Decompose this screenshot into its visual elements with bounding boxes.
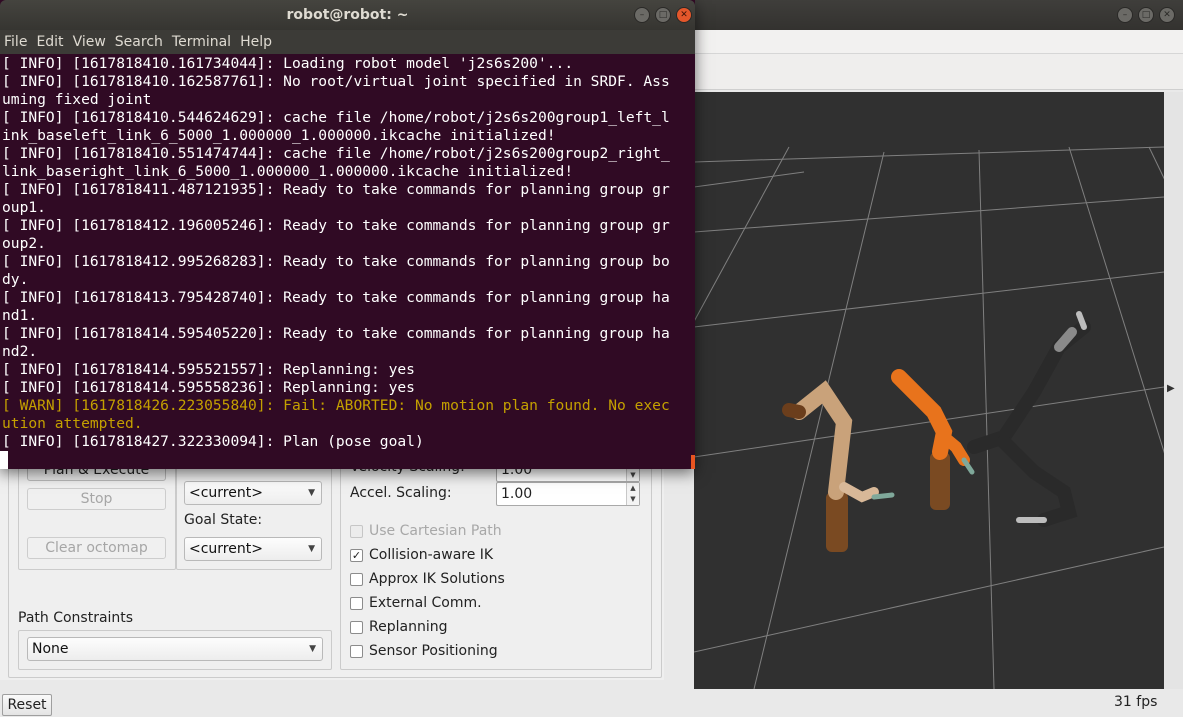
terminal-title: robot@robot: ~ <box>286 7 409 23</box>
terminal-line: [ INFO] [1617818414.595521557]: Replanni… <box>2 361 415 378</box>
menu-terminal[interactable]: Terminal <box>168 34 236 50</box>
menu-help[interactable]: Help <box>236 34 277 50</box>
maximize-icon[interactable]: □ <box>655 7 671 23</box>
terminal-menubar: File Edit View Search Terminal Help <box>0 30 695 54</box>
terminal-line: nd1. <box>2 307 38 324</box>
terminal-line: [ INFO] [1617818410.551474744]: cache fi… <box>2 145 670 162</box>
terminal-line: [ INFO] [1617818410.162587761]: No root/… <box>2 73 670 90</box>
maximize-icon[interactable]: □ <box>1138 7 1154 23</box>
planning-tab-frame <box>8 440 662 678</box>
terminal-line: nd2. <box>2 343 38 360</box>
terminal-line: uming fixed joint <box>2 91 152 108</box>
terminal-line: ink_baseleft_link_6_5000_1.000000_1.0000… <box>2 127 556 144</box>
fps-counter: 31 fps <box>1114 694 1158 710</box>
terminal-warn-line: [ WARN] [1617818426.223055840]: Fail: AB… <box>2 397 670 414</box>
3d-viewport[interactable] <box>694 92 1164 689</box>
menu-search[interactable]: Search <box>111 34 168 50</box>
terminal-scroll-indicator[interactable] <box>691 455 695 469</box>
rviz-window-controls: – □ ✕ <box>1117 7 1175 23</box>
close-icon[interactable]: ✕ <box>1159 7 1175 23</box>
terminal-warn-line: ution attempted. <box>2 415 143 432</box>
menu-edit[interactable]: Edit <box>32 34 68 50</box>
close-icon[interactable]: ✕ <box>676 7 692 23</box>
terminal-line: dy. <box>2 271 29 288</box>
terminal-line: oup2. <box>2 235 46 252</box>
terminal-window[interactable]: robot@robot: ~ – □ ✕ File Edit View Sear… <box>0 0 695 469</box>
reset-button[interactable]: Reset <box>2 694 52 716</box>
terminal-titlebar[interactable]: robot@robot: ~ – □ ✕ <box>0 0 695 30</box>
terminal-output[interactable]: [ INFO] [1617818410.161734044]: Loading … <box>0 55 695 469</box>
terminal-line: [ INFO] [1617818414.595405220]: Ready to… <box>2 325 670 342</box>
terminal-cursor <box>0 451 8 469</box>
expand-right-icon[interactable]: ▶ <box>1167 383 1175 394</box>
menu-file[interactable]: File <box>0 34 32 50</box>
terminal-window-controls: – □ ✕ <box>634 7 692 23</box>
terminal-line: oup1. <box>2 199 46 216</box>
terminal-line: link_baseright_link_6_5000_1.000000_1.00… <box>2 163 574 180</box>
scene-render <box>694 92 1164 689</box>
terminal-line: [ INFO] [1617818412.196005246]: Ready to… <box>2 217 670 234</box>
terminal-line: [ INFO] [1617818412.995268283]: Ready to… <box>2 253 670 270</box>
minimize-icon[interactable]: – <box>1117 7 1133 23</box>
terminal-line: [ INFO] [1617818427.322330094]: Plan (po… <box>2 433 424 450</box>
terminal-line: [ INFO] [1617818413.795428740]: Ready to… <box>2 289 670 306</box>
minimize-icon[interactable]: – <box>634 7 650 23</box>
menu-view[interactable]: View <box>69 34 111 50</box>
terminal-line: [ INFO] [1617818414.595558236]: Replanni… <box>2 379 415 396</box>
terminal-line: [ INFO] [1617818410.544624629]: cache fi… <box>2 109 670 126</box>
terminal-line: [ INFO] [1617818410.161734044]: Loading … <box>2 55 574 72</box>
terminal-line: [ INFO] [1617818411.487121935]: Ready to… <box>2 181 670 198</box>
